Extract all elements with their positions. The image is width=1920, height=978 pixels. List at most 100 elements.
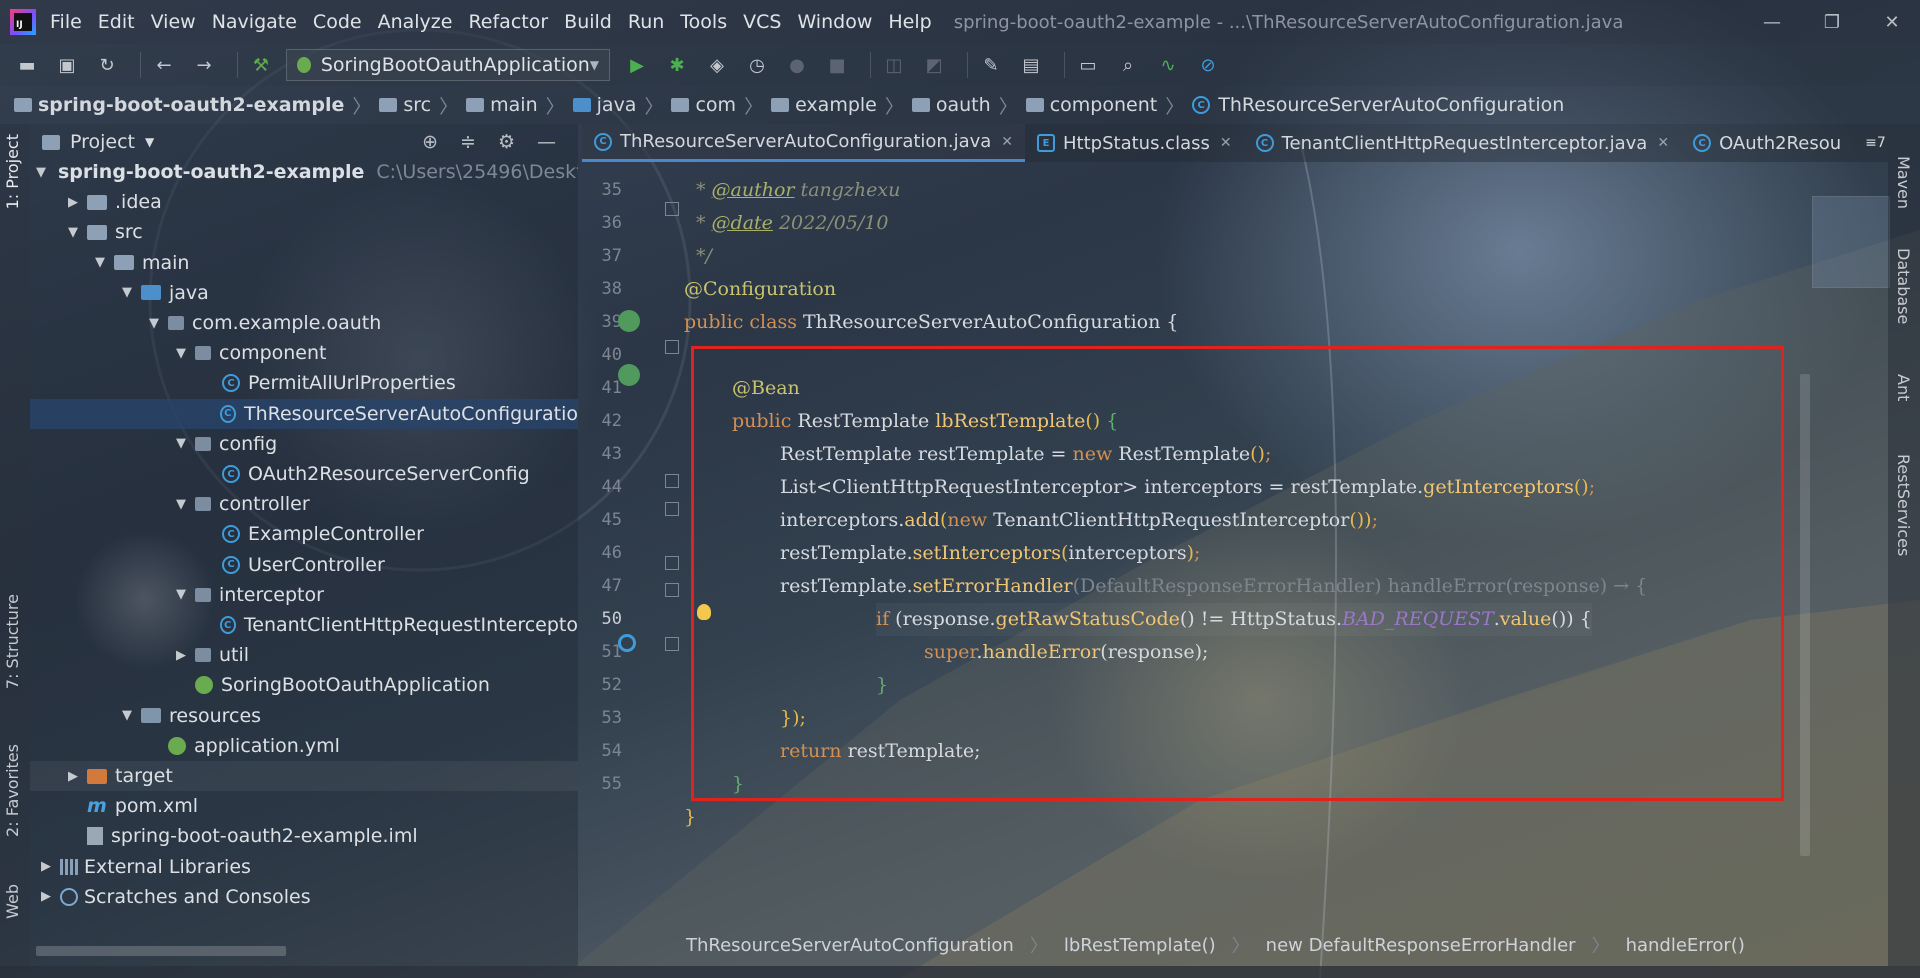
tab-ant[interactable]: Ant [1894,374,1913,401]
collapse-arrow-icon[interactable]: ▶ [36,859,56,874]
close-window-icon[interactable]: ✕ [1862,0,1920,44]
open-folder-icon[interactable]: ▬ [12,50,42,80]
tree-item[interactable]: C UserController [30,550,578,580]
expand-arrow-icon[interactable]: ▼ [117,708,137,723]
tree-item[interactable]: ▼ java [30,278,578,308]
monitor-icon[interactable]: ∿ [1153,50,1183,80]
tree-item[interactable]: ▼ interceptor [30,580,578,610]
tab-httpstatus[interactable]: E HttpStatus.class ✕ [1025,124,1244,162]
tree-item[interactable]: C PermitAllUrlProperties [30,368,578,398]
menu-edit[interactable]: Edit [98,11,135,33]
tree-item[interactable]: ▶ util [30,640,578,670]
editor-crumb-handler[interactable]: handleError() [1626,935,1745,956]
editor-crumb-class[interactable]: ThResourceServerAutoConfiguration [686,935,1014,956]
tab-project[interactable]: 1: Project [3,134,22,209]
save-all-icon[interactable]: ▣ [52,50,82,80]
tree-item[interactable]: ▼ com.example.oauth [30,308,578,338]
menu-build[interactable]: Build [564,11,612,33]
tree-item[interactable]: m pom.xml [30,791,578,821]
tree-item[interactable]: ▼ component [30,338,578,368]
project-panel-title[interactable]: Project [70,131,135,153]
build-hammer-icon[interactable]: ⚒ [246,50,276,80]
breadcrumb-com[interactable]: com [671,94,736,116]
tab-tenantclienthttprequestinterceptor[interactable]: C TenantClientHttpRequestInterceptor.jav… [1244,124,1681,162]
coverage-icon[interactable]: ◈ [702,50,732,80]
menu-file[interactable]: File [50,11,82,33]
tree-item[interactable]: ▼ main [30,248,578,278]
fold-marker-icon[interactable] [665,340,679,354]
project-structure-icon[interactable]: ▤ [1016,50,1046,80]
editor-crumb-method[interactable]: lbRestTemplate() [1064,935,1216,956]
tree-item[interactable]: ▶ .idea [30,187,578,217]
expand-arrow-icon[interactable]: ▼ [63,225,83,240]
spring-bean-gutter-icon[interactable] [618,310,640,332]
tree-item[interactable]: C ExampleController [30,519,578,549]
fold-marker-icon[interactable] [665,502,679,516]
sync-icon[interactable]: ↻ [92,50,122,80]
expand-arrow-icon[interactable]: ▼ [36,165,46,180]
breadcrumb-example[interactable]: example [771,94,877,116]
fold-marker-icon[interactable] [665,556,679,570]
debug-icon[interactable]: ✱ [662,50,692,80]
tab-restservices[interactable]: RestServices [1894,454,1913,556]
menu-window[interactable]: Window [797,11,872,33]
expand-arrow-icon[interactable]: ▼ [90,255,110,270]
tree-item[interactable]: ▼ controller [30,489,578,519]
tab-thresourceserverautoconfiguration[interactable]: C ThResourceServerAutoConfiguration.java… [582,124,1026,162]
tab-structure[interactable]: 7: Structure [3,594,22,689]
breadcrumb-project[interactable]: spring-boot-oauth2-example [14,94,344,116]
editor-crumb-anonymous[interactable]: new DefaultResponseErrorHandler [1266,935,1576,956]
collapse-arrow-icon[interactable]: ▶ [36,889,56,904]
expand-arrow-icon[interactable]: ▼ [117,285,137,300]
tabs-overflow[interactable]: ≡7 [1853,124,1888,162]
minimize-icon[interactable]: — [1742,0,1802,44]
search-icon[interactable]: ⌕ [1113,50,1143,80]
fold-marker-icon[interactable] [665,637,679,651]
collapse-all-icon[interactable]: ≑ [460,131,476,153]
fold-marker-icon[interactable] [665,474,679,488]
tab-database[interactable]: Database [1894,248,1913,324]
breadcrumb-java[interactable]: java [572,94,636,116]
fold-marker-icon[interactable] [665,202,679,216]
breadcrumb-component[interactable]: component [1025,94,1157,116]
tree-item[interactable]: ▼ config [30,429,578,459]
menu-run[interactable]: Run [628,11,664,33]
override-gutter-icon[interactable] [618,634,636,652]
menu-navigate[interactable]: Navigate [212,11,297,33]
profile-icon[interactable]: ◷ [742,50,772,80]
tab-oauth2resource[interactable]: C OAuth2Resou [1681,124,1853,162]
power-save-icon[interactable]: ⊘ [1193,50,1223,80]
expand-arrow-icon[interactable]: ▼ [144,316,164,331]
menu-help[interactable]: Help [888,11,931,33]
menu-code[interactable]: Code [313,11,362,33]
back-icon[interactable]: ← [149,50,179,80]
locate-icon[interactable]: ⊕ [422,131,438,153]
editor-vertical-scrollbar[interactable] [1800,374,1810,856]
menu-vcs[interactable]: VCS [743,11,781,33]
breadcrumb-oauth[interactable]: oauth [911,94,991,116]
terminal-icon[interactable]: ▭ [1073,50,1103,80]
chevron-down-icon[interactable]: ▼ [145,135,154,149]
tree-item[interactable]: ▶ External Libraries [30,852,578,882]
tree-item[interactable]: ▶ Scratches and Consoles [30,882,578,912]
collapse-arrow-icon[interactable]: ▶ [171,648,191,663]
run-configuration-select[interactable]: SoringBootOauthApplication ▼ [286,49,610,81]
tree-item[interactable]: spring-boot-oauth2-example.iml [30,821,578,851]
tree-item[interactable]: ▼ src [30,217,578,247]
expand-arrow-icon[interactable]: ▼ [171,436,191,451]
tab-maven[interactable]: Maven [1894,156,1913,209]
breadcrumb-class[interactable]: C ThResourceServerAutoConfiguration [1192,94,1564,116]
expand-arrow-icon[interactable]: ▼ [171,346,191,361]
restore-icon[interactable]: ❐ [1802,0,1862,44]
tree-item[interactable]: C OAuth2ResourceServerConfig [30,459,578,489]
menu-analyze[interactable]: Analyze [378,11,453,33]
tree-item[interactable]: ▼ resources [30,701,578,731]
tree-item[interactable]: SoringBootOauthApplication [30,670,578,700]
fold-marker-icon[interactable] [665,583,679,597]
expand-arrow-icon[interactable]: ▼ [171,587,191,602]
tree-item[interactable]: ▼ spring-boot-oauth2-example C:\Users\2549… [30,157,578,187]
gear-icon[interactable]: ⚙ [498,131,515,153]
menu-tools[interactable]: Tools [680,11,727,33]
run-icon[interactable]: ▶ [622,50,652,80]
hide-panel-icon[interactable]: — [537,131,556,153]
